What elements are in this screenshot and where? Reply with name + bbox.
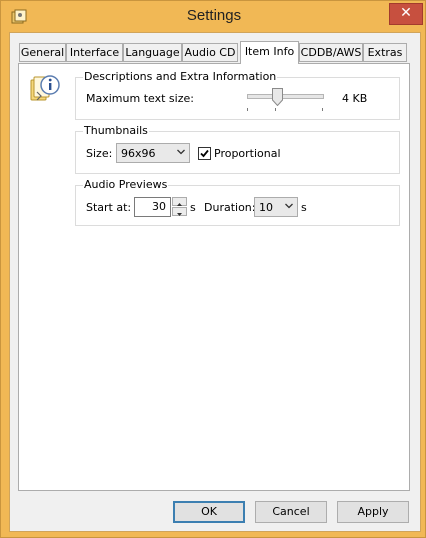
duration-label: Duration: — [204, 201, 256, 214]
spin-down-button[interactable] — [172, 207, 187, 216]
start-at-label: Start at: — [86, 201, 132, 214]
title-bar[interactable]: Settings ✕ — [2, 2, 426, 32]
slider-thumb[interactable] — [272, 88, 283, 106]
slider-tick — [322, 108, 323, 111]
descriptions-group-title: Descriptions and Extra Information — [83, 70, 278, 83]
window-frame: Settings ✕ General Interface Language Au… — [0, 0, 426, 538]
tab-language[interactable]: Language — [123, 43, 182, 62]
audio-previews-group: Audio Previews Start at: 30 s Duration: … — [75, 178, 400, 226]
tab-audio-cd[interactable]: Audio CD — [182, 43, 238, 62]
item-info-panel: Descriptions and Extra Information Maxim… — [18, 63, 410, 491]
tab-interface[interactable]: Interface — [66, 43, 123, 62]
descriptions-group: Descriptions and Extra Information Maxim… — [75, 70, 400, 120]
apply-button[interactable]: Apply — [337, 501, 409, 523]
dialog-body: General Interface Language Audio CD Item… — [9, 32, 421, 532]
max-text-size-label: Maximum text size: — [86, 92, 194, 105]
audio-previews-group-title: Audio Previews — [83, 178, 169, 191]
cancel-button[interactable]: Cancel — [255, 501, 327, 523]
chevron-down-icon — [177, 149, 185, 155]
tab-cddb-aws[interactable]: CDDB/AWS — [299, 43, 363, 62]
thumbnails-group-title: Thumbnails — [83, 124, 149, 137]
duration-dropdown-value: 10 — [259, 201, 273, 214]
size-dropdown[interactable]: 96x96 — [116, 143, 190, 163]
max-text-size-slider[interactable] — [247, 94, 324, 99]
duration-dropdown[interactable]: 10 — [254, 197, 298, 217]
ok-button[interactable]: OK — [173, 501, 245, 523]
chevron-down-icon — [285, 203, 293, 209]
arrow-down-icon — [177, 213, 182, 216]
duration-unit: s — [301, 201, 307, 214]
size-label: Size: — [86, 147, 113, 160]
check-icon — [200, 149, 209, 158]
tab-extras[interactable]: Extras — [363, 43, 407, 62]
thumbnails-group: Thumbnails Size: 96x96 Proportional — [75, 124, 400, 174]
window-title: Settings — [186, 7, 242, 24]
max-text-size-value: 4 KB — [342, 92, 368, 105]
proportional-checkbox[interactable] — [198, 147, 211, 160]
start-unit: s — [190, 201, 196, 214]
slider-tick — [275, 108, 276, 111]
info-icon — [30, 75, 60, 101]
tab-item-info[interactable]: Item Info — [240, 41, 299, 64]
slider-tick — [247, 108, 248, 111]
spin-up-button[interactable] — [172, 197, 187, 206]
start-at-spinner — [172, 197, 188, 217]
size-dropdown-value: 96x96 — [121, 147, 156, 160]
tab-general[interactable]: General — [19, 43, 66, 62]
proportional-label[interactable]: Proportional — [214, 147, 281, 160]
start-at-input[interactable]: 30 — [134, 197, 171, 217]
close-button[interactable]: ✕ — [389, 3, 423, 25]
